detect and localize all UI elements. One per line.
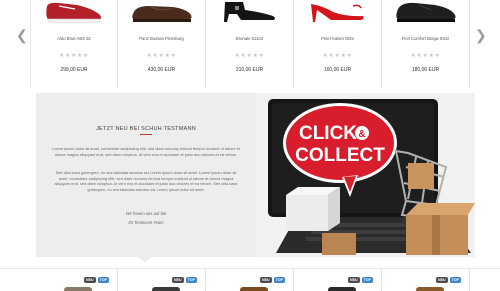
product-image[interactable] bbox=[391, 0, 461, 26]
rating-stars: ★★★★★ bbox=[322, 53, 353, 59]
product-image[interactable] bbox=[127, 0, 197, 26]
about-paragraph: Stet clita kasd gubergren, no sea takima… bbox=[54, 170, 238, 192]
title-underline bbox=[140, 134, 152, 135]
rating-stars: ★★★★★ bbox=[234, 53, 265, 59]
product-name[interactable]: Panz Bussan Flensburg bbox=[118, 36, 205, 41]
signature-name: Ihr Testmann-Team bbox=[128, 220, 164, 225]
promo-image: CLICK & COLLECT bbox=[268, 99, 475, 255]
promo-line2: COLLECT bbox=[295, 145, 385, 166]
product-card[interactable]: Brunate 51102 ★★★★★ 210,00 EUR bbox=[206, 0, 294, 88]
about-paragraph: Lorem ipsum dolor sit amet, consetetur s… bbox=[52, 146, 240, 157]
badge-new: NEU bbox=[172, 277, 184, 283]
product-name[interactable]: Finn Comfort Braga-Stetz bbox=[382, 36, 469, 41]
product-strip: NEU TOP NEU TOP NEU TOP NEU TOP NEU TOP bbox=[0, 268, 500, 291]
product-image[interactable] bbox=[303, 0, 373, 26]
rating-stars: ★★★★★ bbox=[146, 53, 177, 59]
chevron-left-icon: ❮ bbox=[16, 27, 28, 43]
product-card[interactable]: NEU TOP bbox=[294, 269, 382, 291]
product-image[interactable] bbox=[328, 287, 356, 291]
click-collect-banner[interactable]: CLICK & COLLECT bbox=[256, 93, 475, 257]
rating-stars: ★★★★★ bbox=[410, 53, 441, 59]
product-card[interactable]: Aldo Bruè ABS 32 ★★★★★ 299,00 EUR bbox=[30, 0, 118, 88]
about-panel: JETZT NEU BEI SCHUH TESTMANN Lorem ipsum… bbox=[36, 93, 256, 257]
product-name[interactable]: Aldo Bruè ABS 32 bbox=[31, 36, 117, 41]
badge-new: NEU bbox=[260, 277, 272, 283]
promo-amp: & bbox=[358, 129, 365, 140]
badge-top: TOP bbox=[97, 277, 109, 283]
product-image[interactable] bbox=[39, 0, 109, 26]
promo-line1: CLICK bbox=[299, 123, 357, 144]
product-name[interactable]: Brunate 51102 bbox=[206, 36, 293, 41]
carousel-prev-button[interactable]: ❮ bbox=[16, 27, 28, 44]
rating-stars: ★★★★★ bbox=[59, 53, 89, 59]
product-card[interactable]: Panz Bussan Flensburg ★★★★★ 430,00 EUR bbox=[118, 0, 206, 88]
product-card[interactable]: NEU TOP bbox=[118, 269, 206, 291]
signature-line: Wir freuen uns auf Sie bbox=[125, 211, 167, 216]
badge-top: TOP bbox=[449, 277, 461, 283]
product-name[interactable]: Peter Kaiser Ditte bbox=[294, 36, 381, 41]
product-image[interactable] bbox=[416, 287, 444, 291]
product-card[interactable]: NEU TOP bbox=[382, 269, 470, 291]
product-card[interactable]: NEU TOP bbox=[30, 269, 118, 291]
product-card[interactable]: NEU TOP bbox=[206, 269, 294, 291]
product-price: 299,00 EUR bbox=[60, 67, 88, 73]
product-image[interactable] bbox=[152, 287, 180, 291]
badge-new: NEU bbox=[84, 277, 96, 283]
product-image[interactable] bbox=[215, 0, 285, 26]
product-price: 160,00 EUR bbox=[323, 67, 352, 73]
badge-top: TOP bbox=[273, 277, 285, 283]
product-image[interactable] bbox=[64, 287, 92, 291]
badge-top: TOP bbox=[361, 277, 373, 283]
product-card[interactable]: Peter Kaiser Ditte ★★★★★ 160,00 EUR bbox=[294, 0, 382, 88]
product-price: 430,00 EUR bbox=[147, 67, 176, 73]
product-image[interactable] bbox=[240, 287, 268, 291]
badge-new: NEU bbox=[348, 277, 360, 283]
chevron-right-icon: ❯ bbox=[475, 27, 487, 43]
panel-pointer bbox=[138, 257, 152, 263]
carousel-next-button[interactable]: ❯ bbox=[475, 27, 487, 44]
about-title: JETZT NEU BEI SCHUH TESTMANN bbox=[96, 126, 196, 132]
product-card[interactable]: Finn Comfort Braga-Stetz ★★★★★ 180,00 EU… bbox=[382, 0, 470, 88]
product-price: 210,00 EUR bbox=[235, 67, 264, 73]
product-card-list: Aldo Bruè ABS 32 ★★★★★ 299,00 EUR Panz B… bbox=[30, 0, 470, 88]
product-price: 180,00 EUR bbox=[411, 67, 440, 73]
badge-new: NEU bbox=[436, 277, 448, 283]
badge-top: TOP bbox=[185, 277, 197, 283]
product-carousel: ❮ Aldo Bruè ABS 32 ★★★★★ 299,00 EUR Panz… bbox=[0, 0, 500, 88]
